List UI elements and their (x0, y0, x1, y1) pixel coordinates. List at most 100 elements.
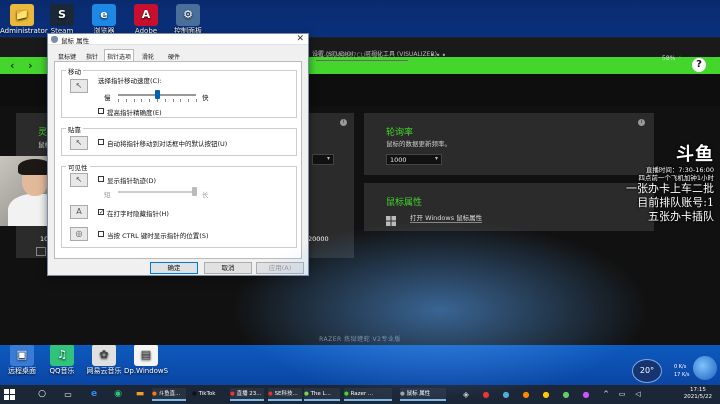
desktop-icon-label: Administrator (0, 27, 48, 35)
battery-indicator: 58% ⚡ (662, 55, 682, 62)
volume-icon[interactable]: ◁ (632, 388, 644, 401)
tray-app-icon-4[interactable]: ● (520, 388, 532, 401)
dialog-titlebar[interactable]: 鼠标 属性 ✕ (48, 34, 308, 45)
taskbar-item[interactable]: ● 直播 23... (230, 388, 264, 401)
remote-desktop-icon: ▣ (10, 344, 34, 366)
forward-arrow-icon[interactable]: › (28, 59, 33, 72)
hide-typing-icon: A (70, 205, 88, 219)
dialog-title: 鼠标 属性 (61, 37, 90, 45)
desktop-icon[interactable]: ♫ QQ音乐 (40, 344, 84, 375)
overlay-line-5: 五张办卡插队 (648, 210, 714, 223)
douyu-logo: 斗鱼 (676, 144, 714, 165)
pointer-trails-checkbox[interactable] (98, 176, 104, 182)
tray-app-icon-1[interactable]: ◈ (460, 388, 472, 401)
taskbar-item[interactable]: ● SE科技... (268, 388, 302, 401)
taskbar-item-label: Razer ... (350, 391, 374, 397)
task-view-icon[interactable]: ▭ (62, 388, 74, 401)
polling-rate-select[interactable]: 1000 ▾ (386, 154, 442, 165)
enhance-precision-checkbox[interactable] (98, 108, 104, 114)
taskbar-item[interactable]: ● 鼠标 属性 (400, 388, 446, 401)
tab-wheel[interactable]: 滑轮 (140, 52, 156, 61)
tab-buttons[interactable]: 鼠标键 (56, 52, 78, 61)
cancel-button[interactable]: 取消 (204, 262, 252, 274)
tray-app-icon-3[interactable]: ● (500, 388, 512, 401)
trails-slider-thumb[interactable] (192, 187, 197, 196)
tab-hardware[interactable]: 硬件 (166, 52, 182, 61)
taskbar-item[interactable]: ● 斗鱼直... (152, 388, 186, 401)
wechat-icon[interactable]: ◉ (112, 388, 124, 401)
show-location-ctrl-checkbox[interactable] (98, 231, 104, 237)
tab-pointer-options[interactable]: 指针选项 (104, 49, 135, 61)
weather-widget[interactable]: 20° (632, 359, 662, 383)
desktop: 📁 Administrator S Steam e 浏览器 A Adobe ⚙ 控制面板 ▣ 远程桌… (0, 0, 720, 404)
back-arrow-icon[interactable]: ‹ (10, 59, 15, 72)
taskbar-item-label: 鼠标 属性 (406, 391, 431, 397)
mouse-icon: ● (400, 391, 407, 397)
hide-while-typing-checkbox[interactable]: ✓ (98, 209, 104, 216)
ok-button[interactable]: 确定 (150, 262, 198, 274)
overlay-line-3: 一张办卡上车二批 (626, 182, 714, 195)
floating-ball-icon[interactable] (693, 356, 717, 380)
speed-slider-thumb[interactable] (155, 90, 160, 99)
desktop-icon[interactable]: ⚙ 控制面板 (166, 4, 210, 35)
stage-select[interactable]: ▾ (312, 154, 334, 165)
stage-checkbox[interactable] (36, 247, 46, 256)
help-icon[interactable]: ? (692, 58, 706, 72)
trails-icon: ↖ (70, 173, 88, 187)
desktop-icon[interactable]: S Steam (40, 4, 84, 35)
desktop-icon[interactable]: 📁 Administrator (0, 4, 48, 35)
search-icon[interactable]: ○ (36, 388, 48, 401)
user-folder-icon: 📁 (10, 4, 34, 26)
open-windows-mouse-properties-link[interactable]: 打开 Windows 鼠标属性 (410, 212, 483, 223)
game-icon: ● (304, 391, 311, 397)
trails-long-label: 长 (202, 191, 209, 199)
desktop-icon-label: 远程桌面 (8, 367, 36, 375)
taskbar-clock[interactable]: 17:15 2021/5/22 (684, 387, 712, 401)
motion-group: 移动 ↖ 选择指针移动速度(C): 慢 快 提高指针精确度(E) (61, 66, 297, 118)
tab-pointers[interactable]: 指针 (84, 52, 100, 61)
desktop-icon[interactable]: e 浏览器 (82, 4, 126, 35)
stream-overlay: 斗鱼 直播时间：7:30-16:00 四点前一个飞机加钟1小时 一张办卡上车二批… (604, 140, 714, 224)
taskbar-item-label: SE科技... (274, 391, 298, 397)
windows-start-icon[interactable] (4, 389, 15, 400)
ie-icon: e (92, 4, 116, 26)
tray-app-icon-7[interactable]: ● (580, 388, 592, 401)
ctrl-location-icon: ◎ (70, 227, 88, 241)
overlay-line-4: 目前排队账号:1 (637, 196, 714, 209)
razer-icon: ● (344, 391, 351, 397)
folder-icon[interactable]: ▬ (134, 388, 146, 401)
trails-slider-track[interactable] (118, 191, 196, 193)
polling-rate-desc: 鼠标的数据更新频率。 (386, 140, 451, 148)
more-options-icon[interactable]: ••• (430, 51, 447, 60)
device-selector[interactable]: PC-20200807CUIR-De... (316, 52, 408, 61)
qq-music-icon: ♫ (50, 344, 74, 366)
taskbar-item[interactable]: ● The L... (304, 388, 340, 401)
motion-group-title: 移动 (66, 66, 83, 76)
desktop-icon[interactable]: ▤ Dp.WindowS (124, 344, 168, 375)
tray-chevron-icon[interactable]: ^ (600, 388, 612, 401)
desktop-icon[interactable]: ▣ 远程桌面 (0, 344, 44, 375)
polling-info-icon[interactable]: i (638, 119, 645, 126)
tray-app-icon-2[interactable]: ● (480, 388, 492, 401)
apply-button[interactable]: 应用(A) (256, 262, 304, 274)
show-location-ctrl-label: 当按 CTRL 键时显示指针的位置(S) (107, 232, 209, 240)
mouse-properties-dialog: 鼠标 属性 ✕ 鼠标键 指针 指针选项 滑轮 硬件 移动 ↖ 选择指针移动速度(… (47, 33, 309, 276)
info-icon[interactable]: i (340, 119, 347, 126)
cloud-music-icon: ✿ (92, 344, 116, 366)
snap-to-checkbox[interactable] (98, 139, 104, 145)
desktop-icon[interactable]: A Adobe (124, 4, 168, 35)
pointer-options-panel: 移动 ↖ 选择指针移动速度(C): 慢 快 提高指针精确度(E) 贴靠 ↖ 自动… (54, 61, 302, 259)
network-icon[interactable]: ▭ (616, 388, 628, 401)
close-icon[interactable]: ✕ (296, 34, 304, 44)
desktop-icon-label: Dp.WindowS (124, 367, 169, 375)
tray-app-icon-6[interactable]: ● (560, 388, 572, 401)
taskbar-item-label: TikTok (198, 391, 216, 397)
taskbar-item[interactable]: ● Razer ... (344, 388, 392, 401)
device-model-name: RAZER 炼狱蝰蛇 V2专业版 (319, 336, 401, 343)
edge-icon[interactable]: e (88, 388, 100, 401)
tray-app-icon-5[interactable]: ● (540, 388, 552, 401)
taskbar-item[interactable]: ● TikTok (192, 388, 222, 401)
desktop-icon-label: 网易云音乐 (86, 367, 122, 375)
desktop-icon[interactable]: ✿ 网易云音乐 (82, 344, 126, 375)
trails-short-label: 短 (104, 191, 111, 199)
